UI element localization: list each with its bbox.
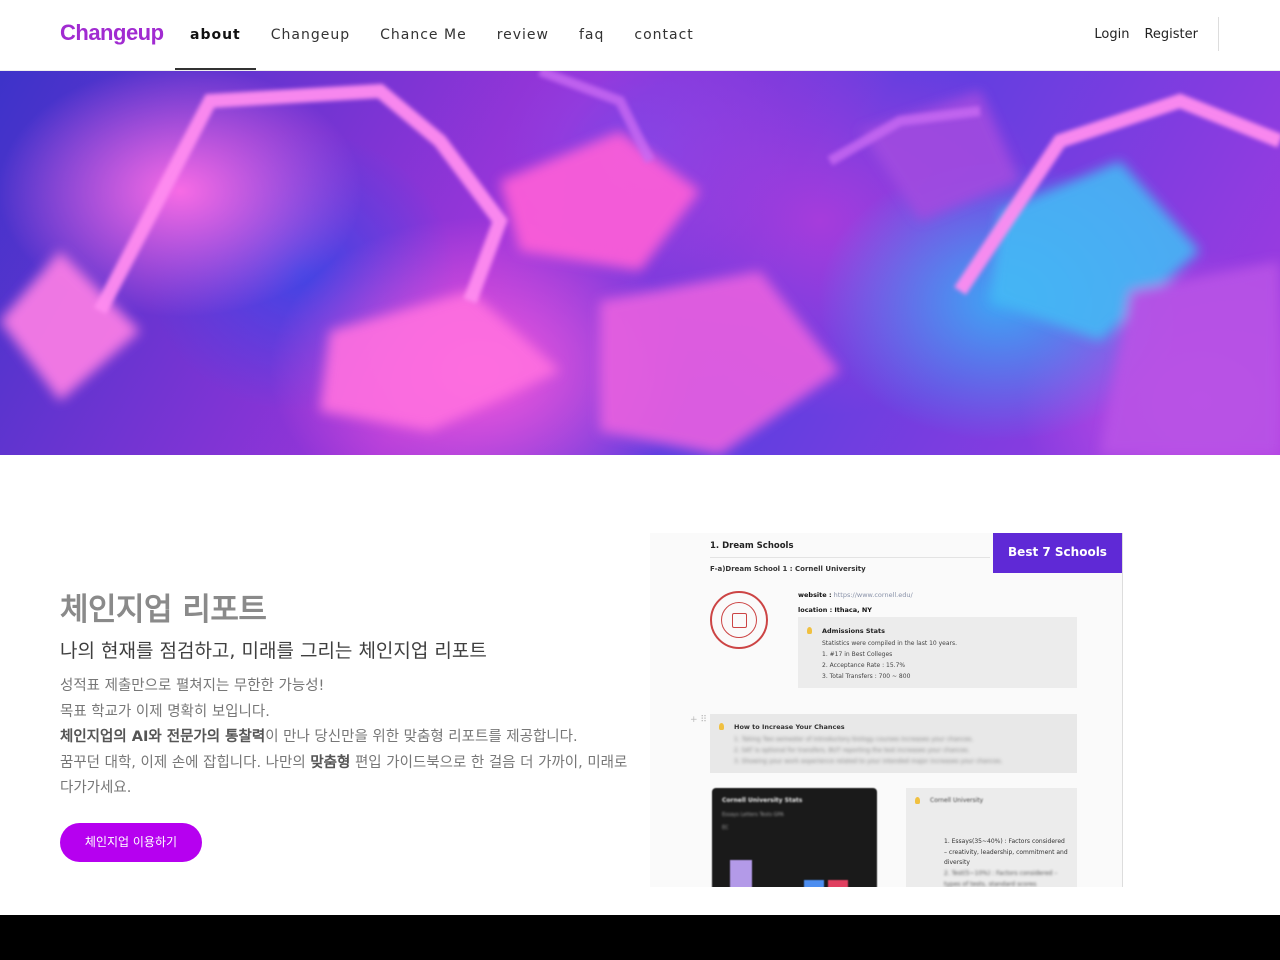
hero-banner — [0, 71, 1280, 455]
desc-line-1: 성적표 제출만으로 펼쳐지는 무한한 가능성! — [60, 678, 325, 694]
menu-item-changeup[interactable]: Changeup — [256, 0, 365, 70]
stats-line: Statistics were compiled in the last 10 … — [822, 640, 958, 647]
chances-line: 3. Showing your work experience related … — [734, 758, 1003, 765]
chart-bar — [730, 860, 752, 887]
criteria-line: 1. Essays(35~40%) : Factors considered –… — [944, 838, 1068, 866]
chart-bar — [828, 880, 848, 887]
lightbulb-icon — [807, 627, 812, 634]
register-link[interactable]: Register — [1144, 27, 1198, 42]
website-value: https://www.cornell.edu/ — [833, 591, 913, 599]
desc-line-3-bold: 체인지업의 AI와 전문가의 통찰력 — [60, 729, 266, 745]
desc-line-2: 목표 학교가 이제 명확히 보입니다. — [60, 703, 270, 720]
location-value: Ithaca, NY — [834, 606, 872, 614]
use-changeup-button[interactable]: 체인지업 이용하기 — [60, 823, 202, 862]
menu-item-about[interactable]: about — [175, 0, 256, 70]
top-navbar: Changeup about Changeup Chance Me review… — [0, 0, 1280, 71]
chances-line: 2. SAT is optional for transfers, BUT re… — [734, 747, 970, 754]
stats-line: 3. Total Transfers : 700 ~ 800 — [822, 673, 911, 680]
section-description: 성적표 제출만으로 펼쳐지는 무한한 가능성! 목표 학교가 이제 명확히 보입… — [60, 674, 635, 802]
chart-card-legend-ec: EC — [722, 825, 729, 831]
criteria-head: Cornell University — [930, 797, 984, 804]
chances-lines: 1. Taking Two semester of Introductory b… — [734, 734, 1003, 767]
chart-card-legend: Essays Letters Tests GPA — [722, 812, 784, 818]
preview-divider — [710, 557, 990, 558]
seal-inner-ring — [721, 602, 757, 638]
chart-card-title: Cornell University Stats — [722, 797, 803, 804]
cornell-seal-icon — [710, 591, 768, 649]
plus-drag-icon: + ⠿ — [690, 715, 707, 725]
hero-geometric-art — [0, 71, 1280, 455]
seal-shield — [732, 613, 747, 628]
criteria-line: 2. Test(5~10%) : Factors considered – ty… — [944, 870, 1058, 887]
stats-chart-card: Cornell University Stats Essays Letters … — [712, 788, 877, 887]
chances-box: How to Increase Your Chances 1. Taking T… — [710, 714, 1077, 773]
desc-line-4-bold: 맞춤형 — [310, 754, 351, 771]
menu-item-chance-me[interactable]: Chance Me — [365, 0, 482, 70]
menu-item-faq[interactable]: faq — [564, 0, 619, 70]
website-label: website : — [798, 591, 832, 599]
preview-heading: 1. Dream Schools — [710, 541, 794, 551]
preview-subheading: F-a)Dream School 1 : Cornell University — [710, 565, 866, 573]
chart-bar — [804, 880, 824, 887]
menu-item-review[interactable]: review — [482, 0, 564, 70]
stats-line: 1. #17 in Best Colleges — [822, 651, 893, 658]
auth-links: Login Register — [1079, 17, 1219, 51]
menu-item-contact[interactable]: contact — [619, 0, 708, 70]
lightbulb-icon — [719, 723, 724, 730]
stats-line: 2. Acceptance Rate : 15.7% — [822, 662, 906, 669]
section-title: 체인지업 리포트 — [60, 592, 267, 628]
lightbulb-icon — [915, 797, 920, 804]
site-logo[interactable]: Changeup — [60, 20, 164, 46]
desc-line-3: 이 만나 당신만을 위한 맞춤형 리포트를 제공합니다. — [265, 729, 578, 745]
chances-line: 1. Taking Two semester of Introductory b… — [734, 736, 974, 743]
main-menu: about Changeup Chance Me review faq cont… — [175, 0, 709, 70]
criteria-box: Cornell University 1. Essays(35~40%) : F… — [906, 788, 1077, 887]
chances-title: How to Increase Your Chances — [734, 723, 845, 731]
stats-title: Admissions Stats — [822, 627, 886, 635]
report-preview-image: Best 7 Schools 1. Dream Schools F-a)Drea… — [650, 533, 1123, 887]
best-schools-badge: Best 7 Schools — [993, 533, 1122, 573]
desc-line-4-pre: 꿈꾸던 대학, 이제 손에 잡힙니다. 나만의 — [60, 754, 311, 771]
school-meta: website : https://www.cornell.edu/ locat… — [798, 588, 913, 618]
footer-bar — [0, 915, 1280, 960]
section-subtitle: 나의 현재를 점검하고, 미래를 그리는 체인지업 리포트 — [60, 640, 487, 662]
stats-lines: Statistics were compiled in the last 10 … — [822, 638, 957, 682]
admissions-stats-box: Admissions Stats Statistics were compile… — [798, 617, 1077, 688]
location-label: location : — [798, 606, 833, 614]
login-link[interactable]: Login — [1094, 27, 1129, 42]
